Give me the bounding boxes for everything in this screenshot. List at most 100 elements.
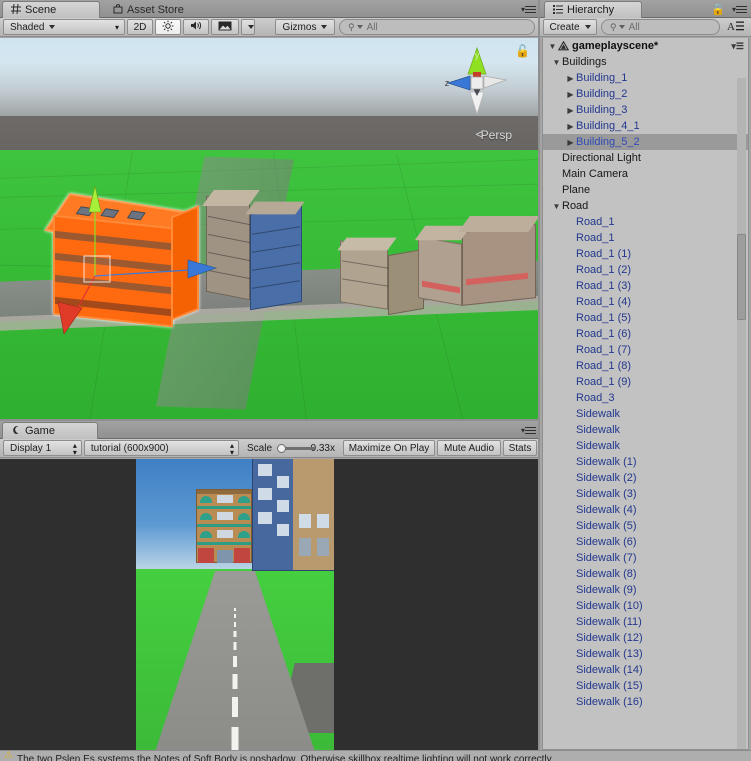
hierarchy-item-sidewalk-12[interactable]: Sidewalk (12) [543,630,748,646]
scene-lock-icon[interactable]: 🔓 [515,44,530,58]
scale-slider[interactable]: Scale 0.33x [241,440,341,456]
hierarchy-item-plane[interactable]: Plane [543,182,748,198]
tab-scene[interactable]: Scene [2,1,100,18]
transform-gizmo[interactable] [38,156,238,356]
hierarchy-item-sidewalk-6[interactable]: Sidewalk (6) [543,534,748,550]
hierarchy-item-sidewalk-13[interactable]: Sidewalk (13) [543,646,748,662]
hierarchy-item-sidewalk-16[interactable]: Sidewalk (16) [543,694,748,710]
maximize-on-play-button[interactable]: Maximize On Play [343,440,435,456]
display-dropdown[interactable]: Display 1 ▴ ▾ [3,440,82,457]
hierarchy-item-buildings[interactable]: ▼ Buildings [543,54,748,70]
hierarchy-item-sidewalk-14[interactable]: Sidewalk (14) [543,662,748,678]
scene-building-tan[interactable] [337,236,426,316]
scene-effects-toggle[interactable] [211,19,239,35]
scene-row-menu-icon[interactable]: ▾☰ [731,41,744,52]
scene-building-red[interactable] [414,214,540,318]
hierarchy-item-road-1-7[interactable]: Road_1 (7) [543,342,748,358]
hierarchy-item-sidewalk-4[interactable]: Sidewalk (4) [543,502,748,518]
tab-game[interactable]: Game [2,422,98,439]
gizmos-dropdown[interactable]: Gizmos [275,19,335,35]
hierarchy-item-sidewalk[interactable]: Sidewalk [543,422,748,438]
expand-triangle-right-icon[interactable]: ▶ [565,106,576,115]
scale-slider-track[interactable] [277,443,316,453]
hierarchy-search-input[interactable]: ⚲ All [601,19,720,35]
expand-triangle-down-icon[interactable]: ▼ [551,58,562,67]
hierarchy-item-sidewalk-2[interactable]: Sidewalk (2) [543,470,748,486]
scene-viewport[interactable]: y z 🔓 Persp < [0,38,540,421]
toggle-2d-button[interactable]: 2D [127,19,153,35]
alphabetical-sort-button[interactable]: A [724,19,748,35]
hierarchy-item-sidewalk[interactable]: Sidewalk [543,438,748,454]
hierarchy-item-road[interactable]: ▼ Road [543,198,748,214]
expand-triangle-right-icon[interactable]: ▶ [565,122,576,131]
hierarchy-item-road-1-8[interactable]: Road_1 (8) [543,358,748,374]
create-dropdown-button[interactable]: Create [543,19,597,35]
scene-search-input[interactable]: ⚲ All [339,19,535,35]
scene-effects-dropdown[interactable] [241,19,255,35]
game-building-right [252,459,334,571]
game-panel-menu-button[interactable]: ▾ [521,425,536,436]
status-bar[interactable]: ⚠ The two Pslen Es systems the Notes of … [0,750,751,761]
hierarchy-lock-icon[interactable]: 🔒 [711,3,725,16]
scene-panel-menu-button[interactable]: ▾ [521,4,536,15]
hierarchy-item-directional-light[interactable]: Directional Light [543,150,748,166]
game-viewport[interactable] [0,459,540,761]
hierarchy-item-sidewalk-5[interactable]: Sidewalk (5) [543,518,748,534]
hierarchy-item-main-camera[interactable]: Main Camera [543,166,748,182]
hierarchy-scrollbar-track[interactable] [737,78,746,749]
scene-audio-toggle[interactable] [183,19,209,35]
hierarchy-item-road-1[interactable]: Road_1 [543,214,748,230]
scale-slider-thumb[interactable] [277,444,287,453]
svg-text:z: z [445,78,450,88]
aspect-ratio-dropdown[interactable]: tutorial (600x900) ▴ ▾ [83,440,239,457]
hierarchy-item-sidewalk-15[interactable]: Sidewalk (15) [543,678,748,694]
expand-triangle-right-icon[interactable]: ▶ [565,90,576,99]
hierarchy-item-building-4-1[interactable]: ▶ Building_4_1 [543,118,748,134]
hierarchy-item-sidewalk-1[interactable]: Sidewalk (1) [543,454,748,470]
hierarchy-item-sidewalk-3[interactable]: Sidewalk (3) [543,486,748,502]
hierarchy-item-road-1-6[interactable]: Road_1 (6) [543,326,748,342]
expand-triangle-right-icon[interactable]: ▶ [565,138,576,147]
hierarchy-item-sidewalk-8[interactable]: Sidewalk (8) [543,566,748,582]
mute-audio-button[interactable]: Mute Audio [437,440,501,456]
hierarchy-item-building-5-2[interactable]: ▶ Building_5_2 [543,134,748,150]
hierarchy-item-sidewalk-11[interactable]: Sidewalk (11) [543,614,748,630]
hierarchy-item-sidewalk-10[interactable]: Sidewalk (10) [543,598,748,614]
expand-triangle-right-icon[interactable]: ▶ [565,74,576,83]
hierarchy-item-sidewalk[interactable]: Sidewalk [543,406,748,422]
gizmo-x-axis-arrow [57,301,83,335]
hierarchy-scene-root[interactable]: ▼ gameplayscene* ▾☰ [543,38,748,54]
scene-expand-triangle-icon[interactable]: ▼ [547,42,558,51]
hierarchy-item-road-1-2[interactable]: Road_1 (2) [543,262,748,278]
hierarchy-item-building-1[interactable]: ▶ Building_1 [543,70,748,86]
hierarchy-item-label: Building_4_1 [576,120,640,132]
scene-orientation-gizmo[interactable]: y z [440,46,514,120]
hierarchy-item-road-3[interactable]: Road_3 [543,390,748,406]
hierarchy-scrollbar-thumb[interactable] [737,234,746,320]
hierarchy-item-building-3[interactable]: ▶ Building_3 [543,102,748,118]
expand-triangle-down-icon[interactable]: ▼ [551,202,562,211]
hierarchy-item-road-1-3[interactable]: Road_1 (3) [543,278,748,294]
hierarchy-item-building-2[interactable]: ▶ Building_2 [543,86,748,102]
draw-mode-dropdown[interactable]: Shaded ▾ [3,19,125,35]
tab-hierarchy[interactable]: Hierarchy [544,1,642,18]
hierarchy-tree[interactable]: ▼ gameplayscene* ▾☰ ▼ Buildings ▶ Building_… [542,38,749,750]
hierarchy-panel-menu-button[interactable]: ▾ [732,4,747,15]
hierarchy-item-road-1-9[interactable]: Road_1 (9) [543,374,748,390]
image-effects-icon [218,21,232,34]
scene-selected-building[interactable] [44,185,217,335]
hierarchy-item-road-1[interactable]: Road_1 [543,230,748,246]
hierarchy-item-label: Sidewalk (9) [576,584,637,596]
tab-asset-store[interactable]: Asset Store [104,1,209,18]
hierarchy-item-label: Sidewalk [576,408,621,420]
scene-lighting-toggle[interactable] [155,19,181,35]
hierarchy-item-road-1-5[interactable]: Road_1 (5) [543,310,748,326]
hierarchy-item-sidewalk-7[interactable]: Sidewalk (7) [543,550,748,566]
hierarchy-item-road-1-4[interactable]: Road_1 (4) [543,294,748,310]
hierarchy-item-sidewalk-9[interactable]: Sidewalk (9) [543,582,748,598]
scene-projection-label[interactable]: Persp [481,128,512,142]
stats-button[interactable]: Stats [503,440,537,456]
hierarchy-item-road-1-1[interactable]: Road_1 (1) [543,246,748,262]
